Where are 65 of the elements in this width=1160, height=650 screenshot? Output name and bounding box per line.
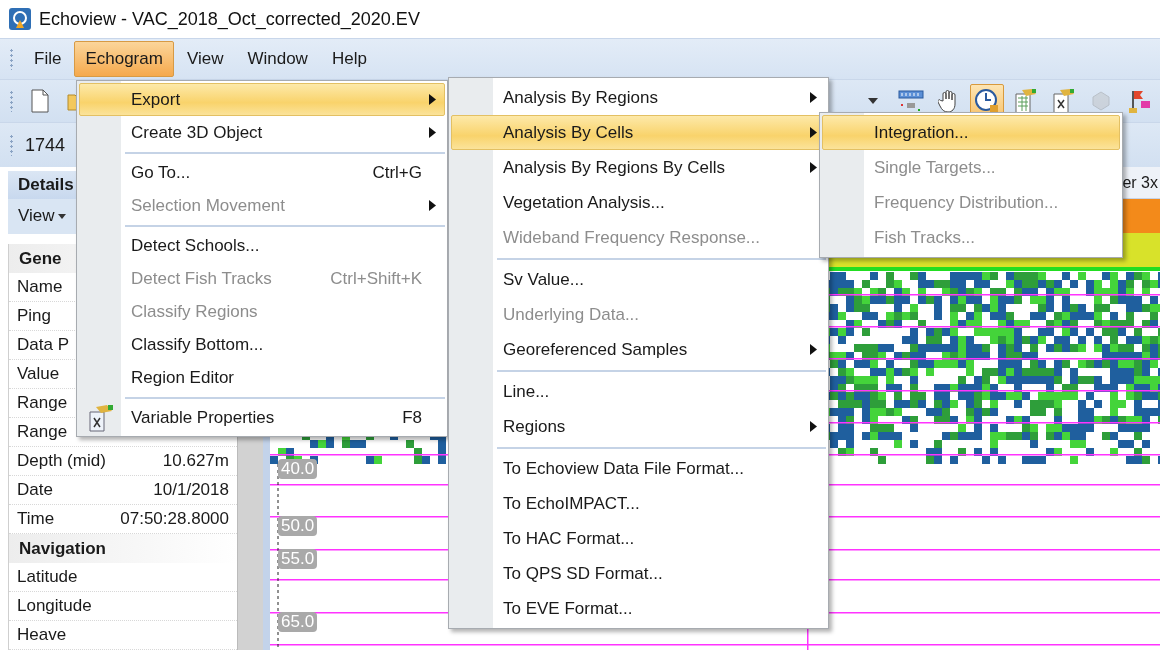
submenu-arrow-icon (810, 162, 817, 173)
property-value: 10/1/2018 (153, 480, 229, 500)
clock-icon (974, 88, 1000, 114)
variable-document-icon (88, 403, 114, 432)
depth-label: 50.0 (278, 516, 318, 536)
submenu-arrow-icon (810, 344, 817, 355)
menu-item[interactable]: Create 3D Object (79, 116, 445, 149)
menu-bar-item[interactable]: View (175, 41, 235, 77)
property-name: Time (17, 509, 55, 529)
ruler-icon (898, 89, 924, 113)
property-name: Longitude (17, 596, 92, 616)
dropdown-caret-icon (868, 98, 878, 104)
submenu-arrow-icon (429, 94, 436, 105)
variable-document-icon (1051, 88, 1075, 114)
menu-bar-item[interactable]: File (23, 41, 73, 77)
menu-item[interactable]: Classify Bottom... (79, 328, 445, 361)
property-name: Depth (mid) (17, 451, 106, 471)
menu-item[interactable]: Sv Value... (451, 262, 826, 297)
menu-bar-item[interactable]: Help (320, 41, 378, 77)
property-name: Range (17, 422, 68, 442)
property-name: Latitude (17, 567, 78, 587)
spreadsheet-icon (1013, 88, 1037, 114)
depth-label: 40.0 (278, 459, 318, 479)
property-name: Date (17, 480, 53, 500)
menu-item[interactable]: Analysis By Regions (451, 80, 826, 115)
category-heading: Navigation (19, 538, 106, 559)
view-dropdown[interactable]: View (18, 206, 66, 227)
menu-item[interactable]: Regions (451, 409, 826, 444)
submenu-arrow-icon (429, 127, 436, 138)
document-icon (30, 89, 50, 113)
menu-item[interactable]: To HAC Format... (451, 521, 826, 556)
menu-item[interactable]: Line... (451, 374, 826, 409)
property-value: 07:50:28.8000 (120, 509, 229, 529)
ping-count: 1744 (25, 134, 66, 156)
property-name: Value (17, 364, 60, 384)
depth-label: 65.0 (278, 612, 318, 632)
echogram-title: er 3x (1122, 173, 1158, 192)
property-name: Name (17, 277, 63, 297)
menu-item[interactable]: Detect Schools... (79, 229, 445, 262)
menu-item[interactable]: Georeferenced Samples (451, 332, 826, 367)
menu-item[interactable]: To QPS SD Format... (451, 556, 826, 591)
flag-icon (1127, 88, 1151, 114)
menu-item[interactable]: To EchoIMPACT... (451, 486, 826, 521)
menu-item[interactable]: To EVE Format... (451, 591, 826, 626)
menu-item[interactable]: To Echoview Data File Format... (451, 451, 826, 486)
app-logo-icon (9, 8, 31, 30)
menu-item[interactable]: Variable Properties F8 (79, 401, 445, 434)
caret-icon (57, 213, 66, 219)
window-title: Echoview - VAC_2018_Oct_corrected_2020.EV (39, 8, 420, 30)
property-name: Ping (17, 306, 52, 326)
menu-item[interactable]: Export (79, 83, 445, 116)
menu-bar-item[interactable]: Echogram (74, 41, 174, 77)
menu-item[interactable]: Integration... (822, 115, 1120, 150)
property-name: Data P (17, 335, 69, 355)
category-heading: Gene (19, 248, 62, 269)
submenu-arrow-icon (810, 421, 817, 432)
depth-label: 55.0 (278, 549, 318, 569)
property-name: Heave (17, 625, 67, 645)
submenu-arrow-icon (810, 127, 817, 138)
submenu-arrow-icon (429, 200, 436, 211)
menu-bar-item[interactable]: Window (236, 41, 319, 77)
property-name: Range (17, 393, 68, 413)
menu-item[interactable]: Region Editor (79, 361, 445, 394)
submenu-arrow-icon (810, 92, 817, 103)
property-value: 10.627m (162, 451, 229, 471)
